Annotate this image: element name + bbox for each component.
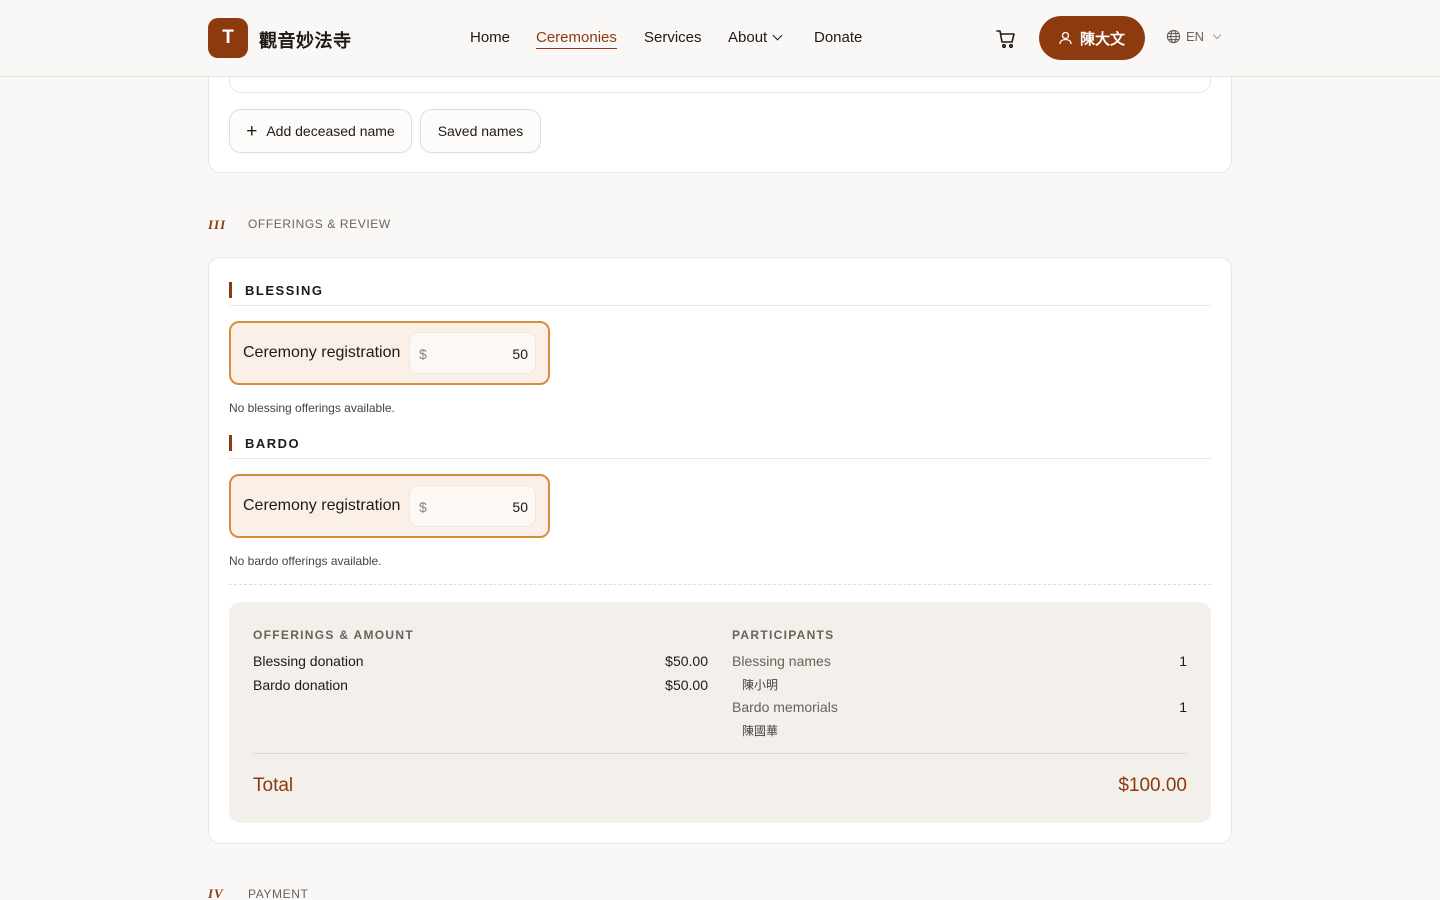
- offering-card-bardo[interactable]: Ceremony registration $: [229, 474, 550, 538]
- amount-field: $: [409, 485, 536, 527]
- nav-services[interactable]: Services: [644, 29, 702, 46]
- saved-names-button[interactable]: Saved names: [420, 109, 541, 153]
- nav-about-label: About: [728, 29, 768, 46]
- site-name[interactable]: 觀音妙法寺: [259, 27, 352, 53]
- participant-name: 陳國華: [742, 724, 779, 738]
- offerings-heading: OFFERINGS & AMOUNT: [253, 628, 414, 642]
- offering-name: Ceremony registration: [243, 344, 401, 361]
- user-icon: [1059, 31, 1072, 45]
- accent-bar: [229, 282, 232, 298]
- group-heading-bardo: BARDO: [229, 433, 1211, 459]
- offering-name: Ceremony registration: [243, 497, 401, 514]
- summary-line-label: Blessing donation: [253, 653, 364, 669]
- language-code: EN: [1186, 29, 1205, 44]
- logo-badge[interactable]: T: [208, 18, 248, 58]
- group-title: BARDO: [245, 436, 301, 451]
- add-deceased-name-button[interactable]: + Add deceased name: [229, 109, 412, 153]
- order-summary: OFFERINGS & AMOUNT Blessing donation $50…: [229, 602, 1211, 823]
- group-heading-blessing: BLESSING: [229, 280, 1211, 306]
- bardo-amount-input[interactable]: [434, 494, 528, 520]
- site-header: T 觀音妙法寺 Home Ceremonies Services About D…: [0, 0, 1440, 77]
- plus-icon: +: [246, 120, 258, 142]
- participant-count: 1: [1179, 653, 1187, 669]
- total-value: $100.00: [1118, 775, 1187, 796]
- total-label: Total: [253, 775, 294, 796]
- chevron-down-icon: [1212, 30, 1222, 39]
- globe-icon: [1166, 29, 1181, 44]
- participants-heading: PARTICIPANTS: [732, 628, 835, 642]
- empty-note: No blessing offerings available.: [229, 401, 395, 415]
- section-number: IV: [208, 886, 224, 900]
- section-number: III: [208, 217, 227, 232]
- divider: [253, 753, 1187, 754]
- add-deceased-name-label: Add deceased name: [266, 123, 395, 139]
- nav-home[interactable]: Home: [470, 29, 510, 46]
- nav-donate[interactable]: Donate: [814, 29, 862, 46]
- amount-field: $: [409, 332, 536, 374]
- offerings-card: BLESSING Ceremony registration $ No bles…: [208, 257, 1232, 844]
- offering-card-blessing[interactable]: Ceremony registration $: [229, 321, 550, 385]
- participant-label: Blessing names: [732, 653, 831, 669]
- section-label: OFFERINGS & REVIEW: [248, 217, 391, 231]
- nav-ceremonies[interactable]: Ceremonies: [536, 29, 617, 49]
- cart-icon[interactable]: [995, 29, 1017, 49]
- nav-about[interactable]: About: [728, 29, 783, 46]
- currency-symbol: $: [419, 499, 427, 515]
- participant-label: Bardo memorials: [732, 699, 838, 715]
- user-account-button[interactable]: 陳大文: [1039, 16, 1145, 60]
- summary-line-label: Bardo donation: [253, 677, 348, 693]
- currency-symbol: $: [419, 346, 427, 362]
- blessing-amount-input[interactable]: [434, 341, 528, 367]
- summary-line-amount: $50.00: [665, 653, 708, 669]
- participant-name: 陳小明: [742, 678, 779, 692]
- group-title: BLESSING: [245, 283, 324, 298]
- divider: [229, 584, 1211, 585]
- participant-count: 1: [1179, 699, 1187, 715]
- accent-bar: [229, 435, 232, 451]
- language-selector[interactable]: EN: [1166, 29, 1222, 44]
- chevron-down-icon: [772, 30, 783, 41]
- user-name: 陳大文: [1079, 29, 1125, 48]
- section-label: PAYMENT: [248, 887, 309, 900]
- summary-line-amount: $50.00: [665, 677, 708, 693]
- empty-note: No bardo offerings available.: [229, 554, 382, 568]
